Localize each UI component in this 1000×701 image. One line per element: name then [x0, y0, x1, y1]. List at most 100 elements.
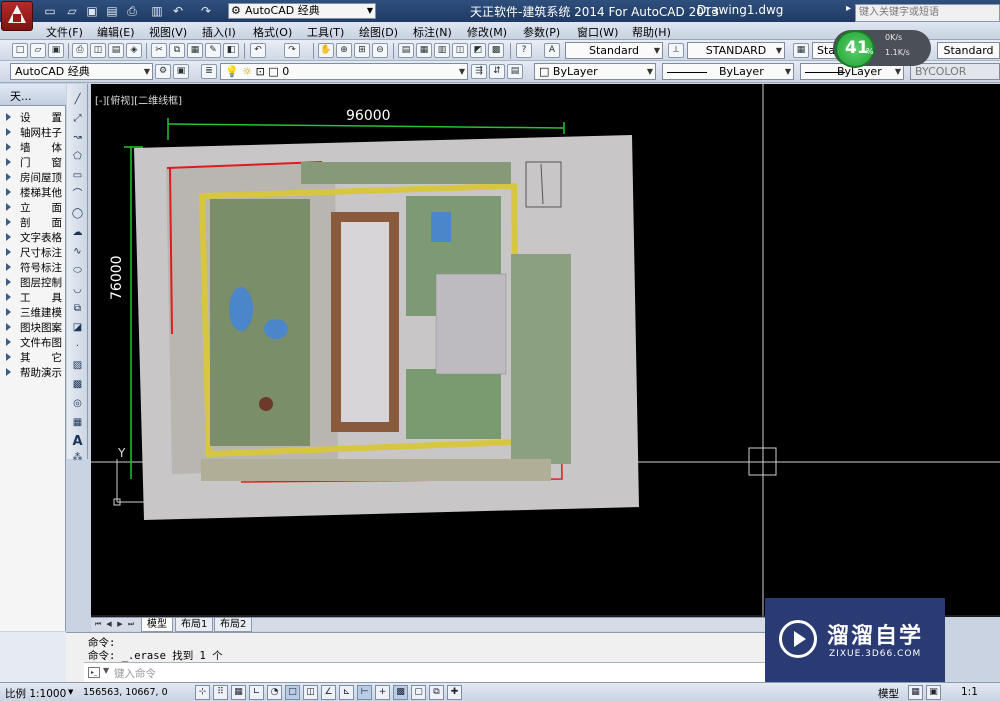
paste-icon[interactable]: ▦	[187, 43, 203, 58]
tz-menu-item[interactable]: 图块图案	[2, 320, 64, 335]
workspace-dropdown[interactable]: AutoCAD 经典 ▼	[10, 63, 153, 80]
tz-menu-item[interactable]: 房间屋顶	[2, 170, 64, 185]
plot-icon[interactable]: ⎙	[72, 43, 88, 58]
tab-model[interactable]: 模型	[141, 618, 173, 632]
polygon-icon[interactable]: ⬠	[70, 149, 85, 164]
line-icon[interactable]: ╱	[70, 92, 85, 107]
multileader-style-select[interactable]: Standard	[937, 42, 1000, 59]
workspace-select[interactable]: ⚙ AutoCAD 经典 ▼	[228, 3, 376, 19]
properties-icon[interactable]: ▤	[398, 43, 414, 58]
menu-insert[interactable]: 插入(I)	[202, 24, 236, 40]
menu-dimension[interactable]: 标注(N)	[413, 24, 452, 40]
chevron-down-icon[interactable]: ▼	[103, 666, 109, 675]
menu-help[interactable]: 帮助(H)	[632, 24, 671, 40]
point-icon[interactable]: ·	[70, 339, 85, 354]
plot-preview-icon[interactable]: ◫	[90, 43, 106, 58]
quick-properties-icon[interactable]: ▢	[411, 685, 426, 700]
markup-icon[interactable]: ◩	[470, 43, 486, 58]
tz-menu-item[interactable]: 三维建模	[2, 305, 64, 320]
drawing-canvas[interactable]: [-][俯视][二维线框] 96000 76000 Y	[91, 84, 1000, 617]
snap-mode-icon[interactable]: ⠿	[213, 685, 228, 700]
menu-parametric[interactable]: 参数(P)	[523, 24, 560, 40]
save-icon[interactable]: ▣	[84, 3, 100, 19]
tz-menu-item[interactable]: 立 面	[2, 200, 64, 215]
make-block-icon[interactable]: ◪	[70, 320, 85, 335]
table-icon[interactable]: ▦	[70, 415, 85, 430]
calculator-icon[interactable]: ▩	[488, 43, 504, 58]
construction-line-icon[interactable]: ⤢	[70, 111, 85, 126]
region-icon[interactable]: ◎	[70, 396, 85, 411]
ellipse-arc-icon[interactable]: ◡	[70, 282, 85, 297]
spline-icon[interactable]: ∿	[70, 244, 85, 259]
redo-icon[interactable]: ↷	[284, 43, 300, 58]
tz-menu-item[interactable]: 轴网柱子	[2, 125, 64, 140]
multiline-text-icon[interactable]: A	[70, 434, 85, 449]
quick-view-drawings-icon[interactable]: ▣	[926, 685, 941, 700]
tab-layout2[interactable]: 布局2	[214, 618, 253, 632]
object-snap-tracking-icon[interactable]: ∠	[321, 685, 336, 700]
menu-format[interactable]: 格式(O)	[253, 24, 292, 40]
layer-previous-icon[interactable]: ⇵	[489, 64, 505, 79]
design-center-icon[interactable]: ▦	[416, 43, 432, 58]
object-snap-icon[interactable]: □	[285, 685, 300, 700]
insert-block-icon[interactable]: ⧉	[70, 301, 85, 316]
last-tab-icon[interactable]: ⏭	[126, 619, 136, 630]
layer-state-icon[interactable]: ▤	[507, 64, 523, 79]
chevron-down-icon[interactable]: ▼	[68, 688, 73, 696]
menu-window[interactable]: 窗口(W)	[577, 24, 618, 40]
text-style-icon[interactable]: A	[544, 43, 560, 58]
menu-draw[interactable]: 绘图(D)	[359, 24, 398, 40]
lineweight-icon[interactable]: +	[375, 685, 390, 700]
tool-palettes-icon[interactable]: ▥	[434, 43, 450, 58]
tz-menu-item[interactable]: 文字表格	[2, 230, 64, 245]
dim-style-select[interactable]: STANDARD ▼	[687, 42, 785, 59]
sheet-set-icon[interactable]: ◫	[452, 43, 468, 58]
color-select[interactable]: □ ByLayer ▼	[534, 63, 656, 80]
workspace-settings-icon[interactable]: ⚙	[155, 64, 171, 79]
next-tab-icon[interactable]: ▶	[115, 619, 125, 630]
tz-menu-item[interactable]: 剖 面	[2, 215, 64, 230]
tianzheng-panel-header[interactable]: 天...	[0, 84, 66, 106]
help-icon[interactable]: ?	[516, 43, 532, 58]
application-menu-button[interactable]	[1, 1, 33, 31]
menu-view[interactable]: 视图(V)	[149, 24, 187, 40]
tab-layout1[interactable]: 布局1	[175, 618, 214, 632]
viewport-label[interactable]: [-][俯视][二维线框]	[95, 92, 182, 107]
copy-icon[interactable]: ⧉	[169, 43, 185, 58]
first-tab-icon[interactable]: ⏮	[93, 619, 103, 630]
make-current-layer-icon[interactable]: ⇶	[471, 64, 487, 79]
hatch-icon[interactable]: ▨	[70, 358, 85, 373]
menu-tools[interactable]: 工具(T)	[307, 24, 344, 40]
search-input[interactable]: 键入关键字或短语	[855, 4, 1000, 22]
search-expand-icon[interactable]: ▸	[846, 3, 851, 14]
allow-ucs-icon[interactable]: ⊾	[339, 685, 354, 700]
polyline-icon[interactable]: ↝	[70, 130, 85, 145]
tz-menu-item[interactable]: 楼梯其他	[2, 185, 64, 200]
zoom-previous-icon[interactable]: ⊖	[372, 43, 388, 58]
annotation-monitor-icon[interactable]: ✚	[447, 685, 462, 700]
my-workspace-icon[interactable]: ▣	[173, 64, 189, 79]
table-style-icon[interactable]: ▦	[793, 43, 809, 58]
open-icon[interactable]: ▱	[64, 3, 80, 19]
model-space-toggle[interactable]: 模型	[878, 686, 899, 701]
3d-dwf-icon[interactable]: ◈	[126, 43, 142, 58]
save-as-icon[interactable]: ▤	[104, 3, 120, 19]
command-prompt-icon[interactable]: ▸_	[88, 667, 100, 678]
plot-icon[interactable]: ▥	[149, 3, 165, 19]
publish-icon[interactable]: ▤	[108, 43, 124, 58]
undo-icon[interactable]: ↶	[250, 43, 266, 58]
rectangle-icon[interactable]: ▭	[70, 168, 85, 183]
undo-icon[interactable]: ↶	[170, 3, 186, 19]
cut-icon[interactable]: ✂	[151, 43, 167, 58]
infer-constraints-icon[interactable]: ⊹	[195, 685, 210, 700]
add-selected-icon[interactable]: ⁂	[70, 450, 85, 465]
dim-style-icon[interactable]: ⟂	[668, 43, 684, 58]
open-icon[interactable]: ▱	[30, 43, 46, 58]
tz-menu-item[interactable]: 门 窗	[2, 155, 64, 170]
zoom-window-icon[interactable]: ⊞	[354, 43, 370, 58]
pan-icon[interactable]: ✋	[318, 43, 334, 58]
polar-tracking-icon[interactable]: ◔	[267, 685, 282, 700]
grid-display-icon[interactable]: ▦	[231, 685, 246, 700]
menu-edit[interactable]: 编辑(E)	[97, 24, 135, 40]
ellipse-icon[interactable]: ⬭	[70, 263, 85, 278]
